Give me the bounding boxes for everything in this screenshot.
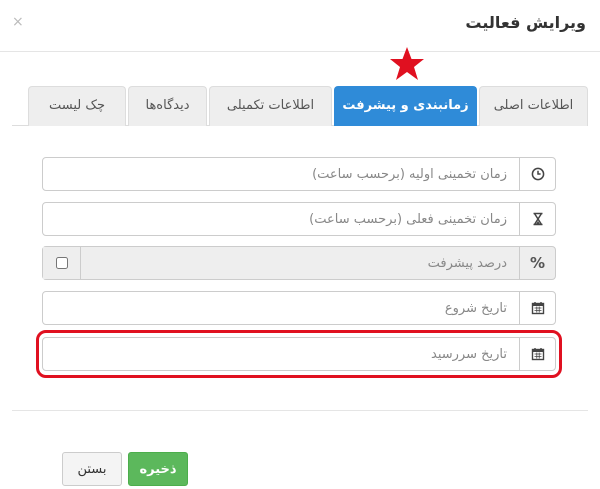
start-date-input[interactable] bbox=[43, 292, 519, 324]
percent-icon: % bbox=[519, 247, 555, 279]
progress-percent-field: % bbox=[42, 246, 556, 280]
tab-bar: اطلاعات اصلی زمانبندی و پیشرفت اطلاعات ت… bbox=[12, 86, 588, 126]
star-icon bbox=[390, 47, 424, 80]
clock-icon bbox=[519, 158, 555, 190]
save-button[interactable]: ذخیره bbox=[128, 452, 188, 486]
tab-comments[interactable]: دیدگاه‌ها bbox=[128, 86, 207, 126]
progress-checkbox[interactable] bbox=[55, 257, 68, 269]
calendar-icon bbox=[519, 292, 555, 324]
edit-activity-modal: ویرایش فعالیت × اطلاعات اصلی زمانبندی و … bbox=[0, 0, 600, 489]
current-estimate-field bbox=[42, 202, 556, 236]
initial-estimate-field bbox=[42, 157, 556, 191]
current-estimate-input[interactable] bbox=[43, 203, 519, 235]
close-icon[interactable]: × bbox=[12, 14, 24, 30]
due-date-field bbox=[42, 337, 556, 371]
modal-header: ویرایش فعالیت × bbox=[0, 0, 600, 52]
tab-additional-info[interactable]: اطلاعات تکمیلی bbox=[209, 86, 332, 126]
initial-estimate-input[interactable] bbox=[43, 158, 519, 190]
due-date-input[interactable] bbox=[43, 338, 519, 370]
tab-main-info[interactable]: اطلاعات اصلی bbox=[479, 86, 588, 126]
tab-scheduling-progress[interactable]: زمانبندی و پیشرفت bbox=[334, 86, 477, 126]
hourglass-icon bbox=[519, 203, 555, 235]
progress-percent-input bbox=[81, 247, 519, 279]
progress-checkbox-addon bbox=[43, 247, 81, 279]
close-button[interactable]: بستن bbox=[62, 452, 122, 486]
calendar-icon bbox=[519, 338, 555, 370]
start-date-field bbox=[42, 291, 556, 325]
tab-checklist[interactable]: چک لیست bbox=[28, 86, 126, 126]
footer-divider bbox=[12, 410, 588, 411]
modal-title: ویرایش فعالیت bbox=[465, 13, 586, 32]
